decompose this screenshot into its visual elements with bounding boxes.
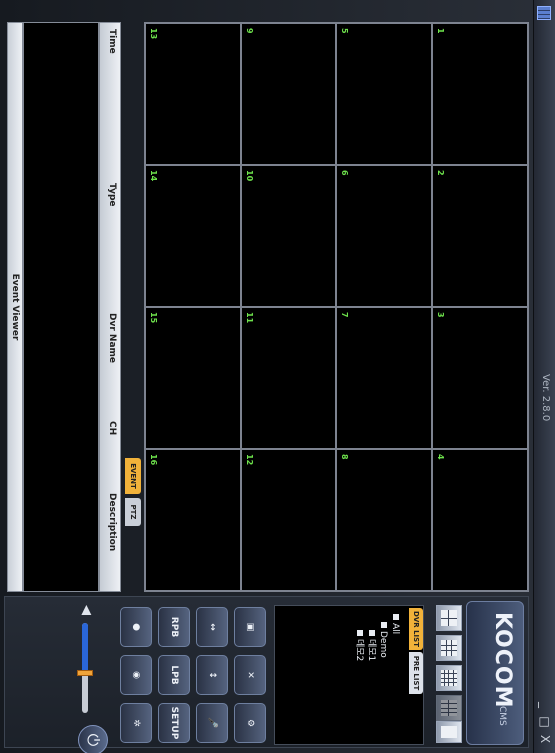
camera-number: 4: [436, 454, 446, 460]
layout-1x1-button[interactable]: [436, 605, 462, 631]
tree-item-all[interactable]: All: [389, 614, 401, 661]
tree-item-demo[interactable]: Demo: [377, 614, 389, 661]
audio-button[interactable]: ↔: [196, 607, 228, 647]
sequence-button[interactable]: [436, 721, 462, 743]
tree-item-demo2[interactable]: 데모2: [353, 614, 365, 661]
tab-pre-list[interactable]: PRE LIST: [409, 652, 423, 694]
camera-cell[interactable]: 13: [146, 24, 240, 164]
camera-cell[interactable]: 7: [337, 308, 432, 448]
camera-number: 13: [149, 28, 158, 40]
setup-button[interactable]: SETUP: [158, 703, 190, 743]
volume-area: ◀ ⏻: [50, 605, 110, 753]
camera-number: 8: [340, 454, 350, 460]
camera-cell[interactable]: 1: [433, 24, 527, 164]
camera-number: 15: [149, 312, 158, 324]
event-viewer: EVENT PTZ Time Type Dvr Name CH Descript…: [6, 22, 141, 592]
camera-grid: 1 2 3 4 5 6 7 8 9 10 11 12 13 14 15 16: [144, 22, 529, 592]
app-icon: [537, 6, 551, 20]
camera-number: 2: [436, 170, 446, 176]
camera-number: 16: [149, 454, 158, 466]
layout-3x3-button[interactable]: [436, 635, 462, 661]
column-description[interactable]: Description: [107, 493, 117, 551]
checkbox-icon[interactable]: [381, 622, 387, 628]
power-button[interactable]: ⏻: [78, 725, 108, 753]
tree-item-demo1[interactable]: 데모1: [365, 614, 377, 661]
dvr-list-panel: DVR LIST PRE LIST All Demo 데모1 데모2: [274, 605, 424, 745]
version-label: Ver. 2.8.0: [540, 374, 551, 422]
camera-number: 1: [436, 28, 446, 34]
tree-item-label: All: [390, 623, 400, 635]
camera-cell[interactable]: 4: [433, 450, 527, 590]
camera-cell[interactable]: 11: [241, 308, 336, 448]
checkbox-icon[interactable]: [357, 630, 363, 636]
dvr-tree: All Demo 데모1 데모2: [353, 614, 401, 661]
cms-app-window: Ver. 2.8.0 _ □ X 1 2 3 4 5 6 7 8 9 10 11…: [0, 0, 555, 753]
record-button[interactable]: ▣: [234, 607, 266, 647]
camera-cell[interactable]: 15: [146, 308, 240, 448]
camera-number: 3: [436, 312, 446, 318]
gear-icon[interactable]: ✲: [120, 703, 152, 743]
camera-cell[interactable]: 3: [433, 308, 527, 448]
zoom-button[interactable]: ↕: [196, 655, 228, 695]
function-buttons: ▣ ✕ ⚙ ↔ ↕ 🎤 RPB LPB SETUP ● ◉ ✲: [116, 605, 266, 745]
maximize-button[interactable]: □: [537, 714, 553, 730]
checkbox-icon[interactable]: [393, 614, 399, 620]
camera-number: 7: [340, 312, 350, 318]
lpb-button[interactable]: LPB: [158, 655, 190, 695]
camera-cell[interactable]: 16: [146, 450, 240, 590]
checkbox-icon[interactable]: [369, 630, 375, 636]
tab-dvr-list[interactable]: DVR LIST: [409, 608, 423, 650]
camera-cell[interactable]: 10: [241, 166, 336, 306]
tab-event[interactable]: EVENT: [125, 458, 141, 494]
tree-item-label: 데모1: [366, 639, 376, 662]
layout-4x4-button[interactable]: [436, 665, 462, 691]
camera-number: 9: [244, 28, 254, 34]
camera-button[interactable]: ◉: [120, 655, 152, 695]
camera-number: 12: [244, 454, 254, 466]
speaker-icon: ◀: [79, 605, 94, 615]
tab-ptz[interactable]: PTZ: [125, 498, 141, 526]
minimize-button[interactable]: _: [537, 697, 553, 713]
event-table-header: Time Type Dvr Name CH Description: [99, 22, 121, 592]
rpb-button[interactable]: RPB: [158, 607, 190, 647]
camera-number: 14: [149, 170, 158, 182]
camera-settings-button[interactable]: ⚙: [234, 703, 266, 743]
close-button[interactable]: X: [537, 731, 553, 747]
camera-number: 11: [244, 312, 254, 324]
user-button[interactable]: ●: [120, 607, 152, 647]
camera-cell[interactable]: 9: [241, 24, 336, 164]
camera-cell[interactable]: 14: [146, 166, 240, 306]
layout-buttons: [426, 605, 462, 745]
control-panel: KOCOM CMS DVR LIST PRE LIST All Demo 데모1…: [4, 596, 529, 753]
camera-number: 5: [340, 28, 350, 34]
camera-cell[interactable]: 6: [337, 166, 432, 306]
event-viewer-title: Event Viewer: [7, 22, 23, 592]
mic-button[interactable]: 🎤: [196, 703, 228, 743]
volume-knob[interactable]: [77, 669, 93, 676]
column-time[interactable]: Time: [107, 29, 117, 54]
camera-cell[interactable]: 12: [241, 450, 336, 590]
layout-custom-button[interactable]: [436, 695, 462, 721]
tree-item-label: 데모2: [354, 639, 364, 662]
event-tabs: EVENT PTZ: [123, 420, 141, 592]
brand-logo: KOCOM CMS: [466, 601, 524, 745]
title-bar: Ver. 2.8.0 _ □ X: [533, 0, 555, 753]
camera-cell[interactable]: 8: [337, 450, 432, 590]
logo-subtitle: CMS: [497, 706, 507, 726]
camera-number: 6: [340, 170, 350, 176]
logo-text: KOCOM: [490, 612, 515, 709]
column-ch[interactable]: CH: [107, 421, 117, 435]
column-dvr-name[interactable]: Dvr Name: [107, 313, 117, 363]
column-type[interactable]: Type: [107, 183, 117, 206]
event-table-body: [23, 22, 99, 592]
dvr-tabs: DVR LIST PRE LIST: [409, 606, 423, 746]
camera-cell[interactable]: 2: [433, 166, 527, 306]
camera-number: 10: [244, 170, 254, 182]
volume-fill: [82, 623, 88, 673]
snapshot-button[interactable]: ✕: [234, 655, 266, 695]
tree-item-label: Demo: [378, 631, 388, 658]
camera-cell[interactable]: 5: [337, 24, 432, 164]
